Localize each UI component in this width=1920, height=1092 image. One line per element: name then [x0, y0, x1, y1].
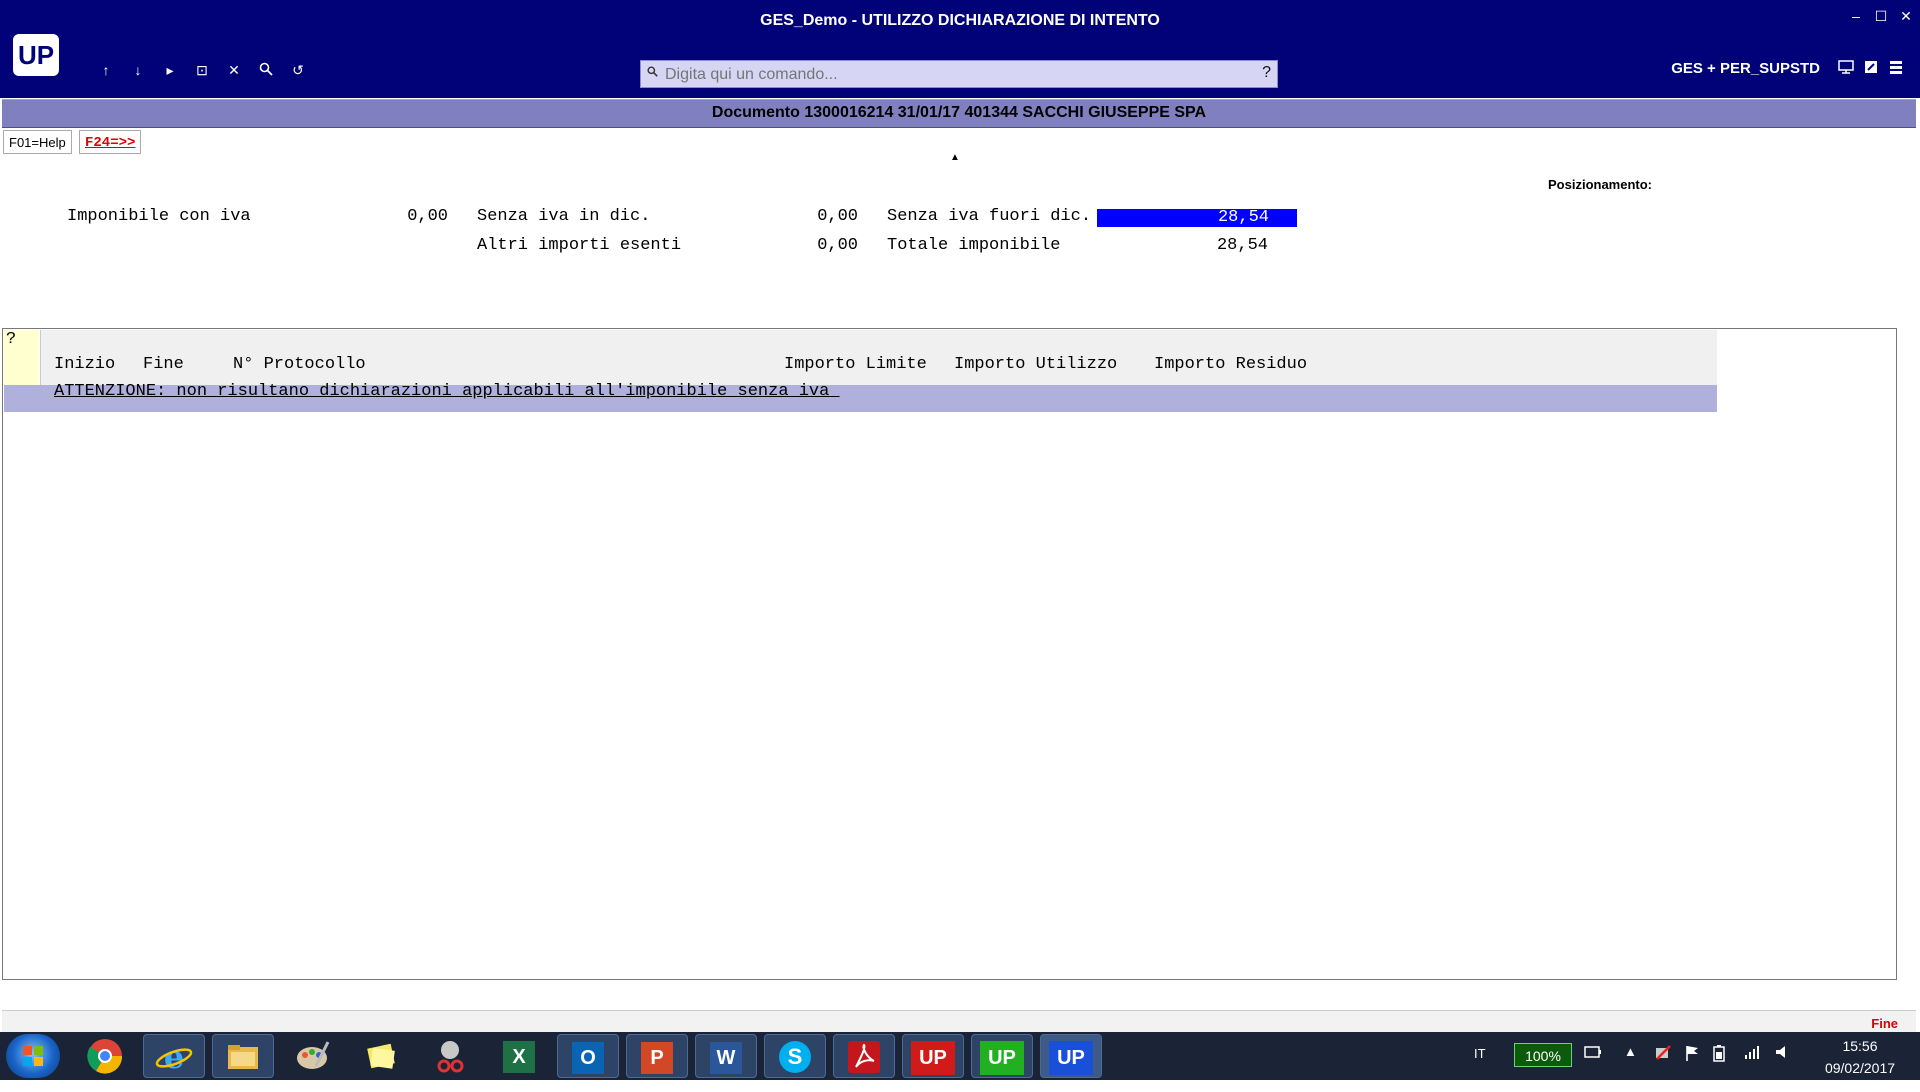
warning-message: ATTENZIONE: non risultano dichiarazioni …: [54, 382, 840, 401]
declarations-table: [2, 328, 1897, 980]
sticky-notes-icon[interactable]: [350, 1034, 412, 1078]
minimize-button[interactable]: –: [1846, 8, 1866, 24]
outlook-icon[interactable]: O: [557, 1034, 619, 1078]
search-icon[interactable]: [256, 62, 276, 79]
totale-imponibile-label: Totale imponibile: [887, 236, 1061, 255]
status-bar: [2, 1010, 1916, 1033]
question-mark[interactable]: ?: [6, 330, 16, 349]
senza-iva-in-dic-value: 0,00: [817, 207, 858, 226]
up-app-icon-blue[interactable]: UP: [1040, 1034, 1102, 1078]
close-button[interactable]: ✕: [1896, 8, 1916, 25]
excel-letter: X: [503, 1041, 535, 1073]
volume-icon[interactable]: [1774, 1044, 1790, 1063]
up-logo: UP: [13, 34, 59, 76]
altri-importi-esenti-label: Altri importi esenti: [477, 236, 682, 255]
signal-icon[interactable]: [1744, 1044, 1760, 1063]
column-header-importo-limite[interactable]: Importo Limite: [784, 355, 927, 374]
user-label: GES + PER_SUPSTD: [1671, 60, 1820, 77]
imponibile-con-iva-value: 0,00: [407, 207, 448, 226]
up-green-label: UP: [980, 1041, 1024, 1075]
totale-imponibile-value: 28,54: [1216, 236, 1268, 255]
arrow-down-icon[interactable]: ↓: [128, 62, 148, 78]
power-icon[interactable]: [1584, 1044, 1602, 1063]
up-app-icon-green[interactable]: UP: [971, 1034, 1033, 1078]
internet-explorer-icon[interactable]: e: [143, 1034, 205, 1078]
command-input[interactable]: [663, 63, 1247, 87]
senza-iva-fuori-dic-label: Senza iva fuori dic.: [887, 207, 1092, 226]
up-app-icon-red[interactable]: UP: [902, 1034, 964, 1078]
console-icon[interactable]: ⊡: [192, 62, 212, 79]
word-icon[interactable]: W: [695, 1034, 757, 1078]
maximize-button[interactable]: ☐: [1871, 8, 1891, 25]
language-indicator[interactable]: IT: [1474, 1046, 1486, 1061]
command-search-icon: [647, 66, 658, 80]
battery-indicator[interactable]: 100%: [1514, 1043, 1572, 1067]
status-fine: Fine: [1871, 1016, 1898, 1031]
paint-icon[interactable]: [281, 1034, 343, 1078]
skype-letter: S: [779, 1041, 811, 1073]
document-title: Documento 1300016214 31/01/17 401344 SAC…: [711, 104, 1207, 121]
play-icon[interactable]: ▸: [160, 62, 180, 79]
edit-icon[interactable]: [1861, 60, 1881, 78]
column-header-protocollo[interactable]: N° Protocollo: [233, 355, 366, 374]
altri-importi-esenti-value: 0,00: [817, 236, 858, 255]
cancel-icon[interactable]: ✕: [224, 62, 244, 79]
show-hidden-icons[interactable]: ▲: [1624, 1044, 1637, 1059]
f01-help-button[interactable]: F01=Help: [3, 130, 72, 154]
action-center-flag-icon[interactable]: [1684, 1044, 1700, 1065]
clock-time[interactable]: 15:56: [1820, 1038, 1900, 1054]
clock-date[interactable]: 09/02/2017: [1812, 1060, 1908, 1076]
window-title: GES_Demo - UTILIZZO DICHIARAZIONE DI INT…: [760, 12, 1160, 29]
column-header-inizio[interactable]: Inizio: [54, 355, 115, 374]
acrobat-icon[interactable]: [833, 1034, 895, 1078]
powerpoint-letter: P: [641, 1042, 673, 1074]
document-header-bar: Documento 1300016214 31/01/17 401344 SAC…: [2, 99, 1916, 128]
command-help-button[interactable]: ?: [1262, 64, 1271, 82]
powerpoint-icon[interactable]: P: [626, 1034, 688, 1078]
senza-iva-fuori-dic-value[interactable]: 28,54: [1097, 209, 1297, 227]
arrow-up-icon[interactable]: ↑: [96, 62, 116, 78]
positioning-label: Posizionamento:: [1548, 177, 1653, 192]
snipping-tool-icon[interactable]: [419, 1034, 481, 1078]
file-explorer-icon[interactable]: [212, 1034, 274, 1078]
up-red-label: UP: [911, 1041, 955, 1075]
senza-iva-in-dic-label: Senza iva in dic.: [477, 207, 651, 226]
f24-more-button[interactable]: F24=>>: [79, 130, 142, 154]
battery-tray-icon[interactable]: [1712, 1044, 1726, 1065]
svg-text:e: e: [164, 1038, 184, 1076]
scroll-up-icon[interactable]: ▲: [950, 152, 960, 163]
up-blue-label: UP: [1049, 1041, 1093, 1075]
monitor-icon[interactable]: [1836, 60, 1856, 78]
word-letter: W: [710, 1042, 742, 1074]
column-header-importo-residuo[interactable]: Importo Residuo: [1154, 355, 1307, 374]
column-header-fine[interactable]: Fine: [143, 355, 184, 374]
excel-icon[interactable]: X: [488, 1034, 550, 1078]
undo-icon[interactable]: ↺: [288, 62, 308, 79]
chrome-icon[interactable]: [74, 1034, 136, 1078]
command-box: ?: [640, 60, 1278, 88]
column-header-importo-utilizzo[interactable]: Importo Utilizzo: [954, 355, 1117, 374]
menu-icon[interactable]: [1886, 60, 1906, 78]
skype-icon[interactable]: S: [764, 1034, 826, 1078]
outlook-letter: O: [572, 1042, 604, 1074]
start-button[interactable]: [6, 1034, 60, 1078]
imponibile-con-iva-label: Imponibile con iva: [67, 207, 251, 226]
network-error-icon[interactable]: [1654, 1044, 1672, 1065]
